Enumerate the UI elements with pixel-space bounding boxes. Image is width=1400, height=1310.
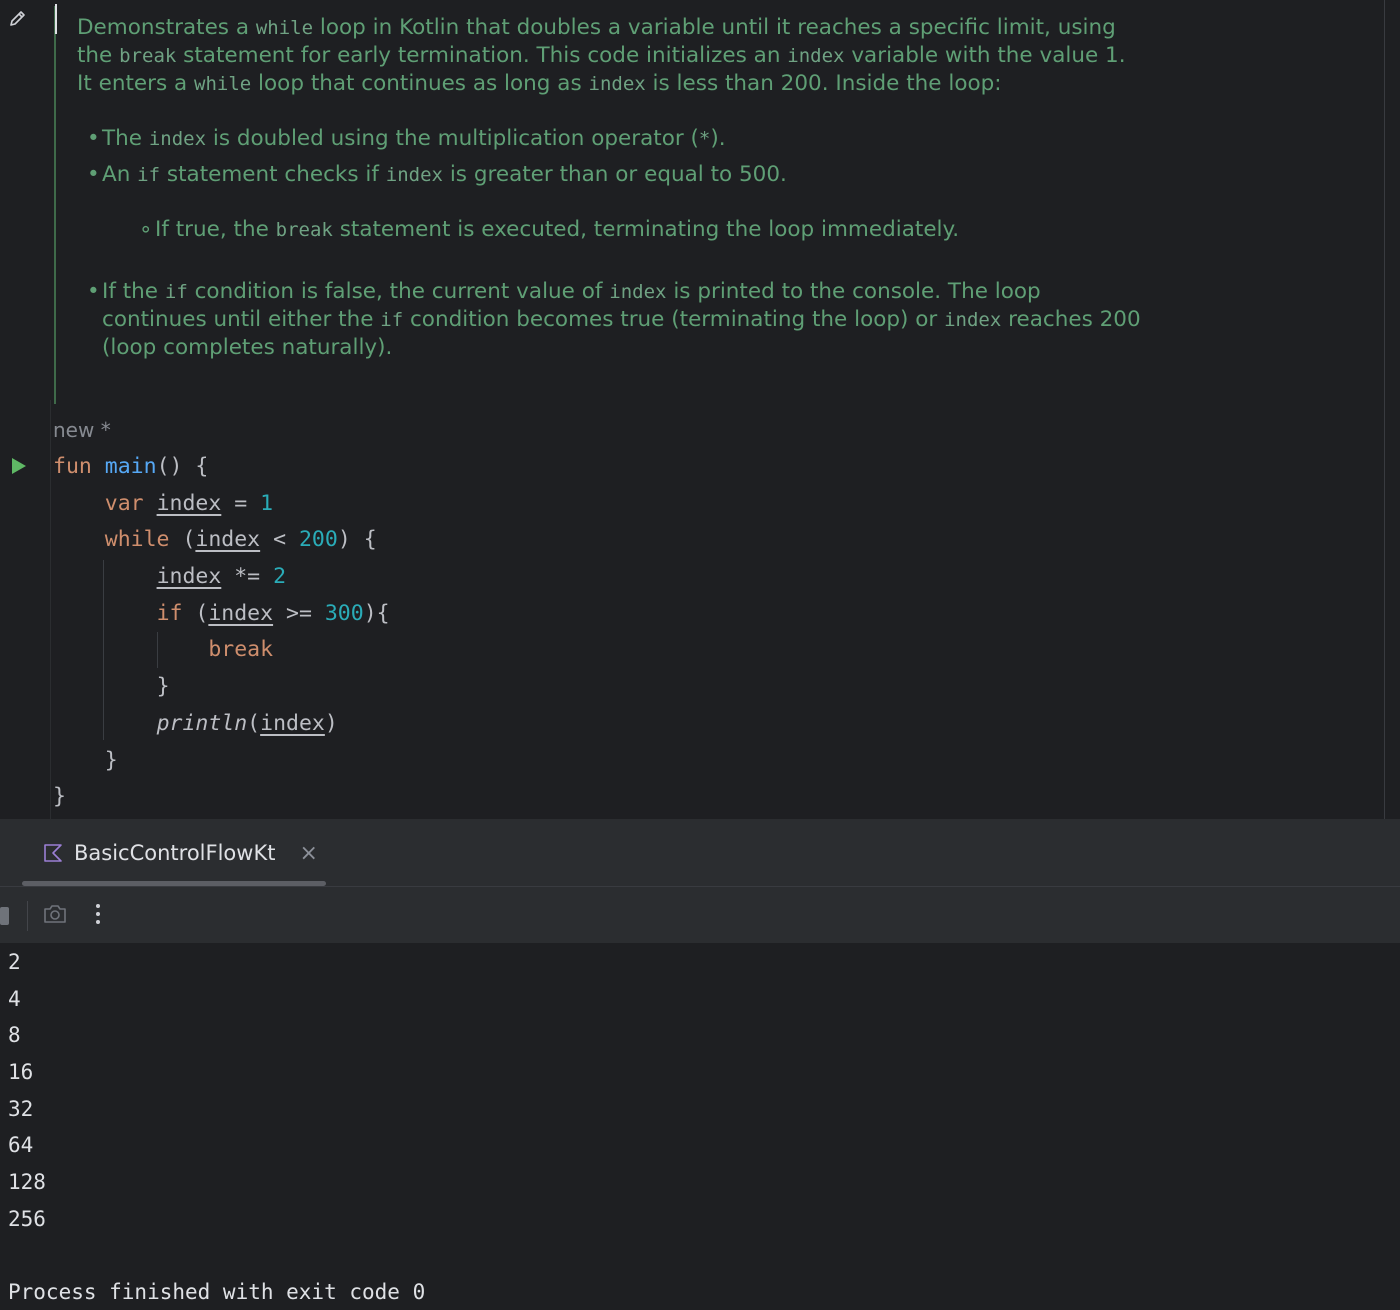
inline-code: index bbox=[787, 45, 844, 67]
tab-label: BasicControlFlowKt bbox=[74, 841, 275, 865]
inline-code: if bbox=[137, 164, 160, 186]
stop-icon[interactable] bbox=[0, 907, 9, 925]
run-tool-window: BasicControlFlowKt × 248163264128256 Pro… bbox=[0, 819, 1400, 1307]
camera-icon[interactable] bbox=[43, 903, 67, 925]
toolbar-separator bbox=[27, 901, 28, 931]
edit-pencil-icon[interactable] bbox=[8, 8, 28, 28]
indent-guide bbox=[103, 560, 104, 740]
inline-code: * bbox=[699, 128, 710, 150]
doc-bullet-list: •The index is doubled using the multipli… bbox=[77, 125, 1147, 362]
doc-comment-border bbox=[54, 6, 56, 404]
run-toolbar bbox=[0, 887, 1400, 943]
output-line: 256 bbox=[8, 1201, 425, 1238]
output-line: 2 bbox=[8, 944, 425, 981]
output-line: 128 bbox=[8, 1164, 425, 1201]
kotlin-icon bbox=[42, 842, 64, 864]
inline-code: break bbox=[276, 219, 333, 241]
inline-code: index bbox=[386, 164, 443, 186]
exit-message: Process finished with exit code 0 bbox=[8, 1274, 425, 1310]
rendered-doc-comment: Demonstrates a while loop in Kotlin that… bbox=[77, 14, 1147, 362]
code-line: var index = 1 bbox=[53, 486, 390, 523]
inline-code: if bbox=[165, 281, 188, 303]
inline-code: if bbox=[380, 309, 403, 331]
output-line: 8 bbox=[8, 1017, 425, 1054]
output-line: 32 bbox=[8, 1091, 425, 1128]
inline-code: index bbox=[589, 73, 646, 95]
inline-code: while bbox=[256, 17, 313, 39]
doc-bullet: •An if statement checks if index is grea… bbox=[77, 161, 1147, 189]
text-caret bbox=[55, 4, 57, 34]
output-line: 64 bbox=[8, 1127, 425, 1164]
inline-code: break bbox=[119, 45, 176, 67]
inlay-hint-new[interactable]: new * bbox=[53, 418, 111, 442]
output-line: 4 bbox=[8, 981, 425, 1018]
code-line: while (index < 200) { bbox=[53, 522, 390, 559]
code-line: fun main() { bbox=[53, 449, 390, 486]
right-margin-line bbox=[1384, 0, 1385, 819]
code-editor[interactable]: Demonstrates a while loop in Kotlin that… bbox=[0, 0, 1400, 819]
doc-paragraph: Demonstrates a while loop in Kotlin that… bbox=[77, 14, 1147, 98]
code-line: } bbox=[53, 779, 390, 816]
close-icon[interactable]: × bbox=[299, 841, 317, 866]
inline-code: index bbox=[944, 309, 1001, 331]
inline-code: while bbox=[194, 73, 251, 95]
code-line: } bbox=[53, 743, 390, 780]
inline-code: index bbox=[149, 128, 206, 150]
more-options-icon[interactable] bbox=[90, 901, 106, 931]
console-output[interactable]: 248163264128256 Process finished with ex… bbox=[8, 944, 425, 1310]
inline-code: index bbox=[609, 281, 666, 303]
output-lines: 248163264128256 bbox=[8, 944, 425, 1238]
doc-bullet: •The index is doubled using the multipli… bbox=[77, 125, 1147, 153]
doc-bullet: •If the if condition is false, the curre… bbox=[77, 278, 1147, 362]
tab-basic-control-flow[interactable]: BasicControlFlowKt × bbox=[42, 837, 318, 869]
output-line: 16 bbox=[8, 1054, 425, 1091]
run-gutter-icon[interactable] bbox=[11, 457, 27, 475]
active-tab-indicator bbox=[22, 881, 326, 886]
editor-left-guide bbox=[50, 400, 51, 819]
doc-sub-bullet: ∘If true, the break statement is execute… bbox=[77, 216, 1147, 244]
indent-guide bbox=[157, 632, 158, 668]
run-tab-bar: BasicControlFlowKt × bbox=[0, 819, 1400, 887]
